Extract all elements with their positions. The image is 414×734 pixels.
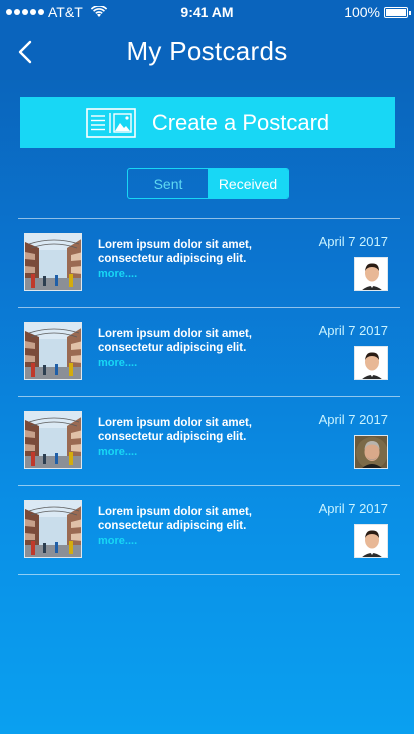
create-postcard-button[interactable]: Create a Postcard <box>20 97 395 148</box>
page-title: My Postcards <box>126 36 288 66</box>
postcard-text: Lorem ipsum dolor sit amet, consectetur … <box>98 327 298 369</box>
postcard-text: Lorem ipsum dolor sit amet, consectetur … <box>98 416 298 458</box>
sender-avatar[interactable] <box>354 435 388 469</box>
tab-received[interactable]: Received <box>208 169 288 198</box>
postcard-message: Lorem ipsum dolor sit amet, consectetur … <box>98 239 252 265</box>
create-postcard-label: Create a Postcard <box>151 109 330 135</box>
more-link[interactable]: more.... <box>98 357 298 369</box>
battery-percent: 100% <box>344 4 380 20</box>
sender-avatar[interactable] <box>354 257 388 291</box>
postcard-thumbnail[interactable] <box>24 411 82 469</box>
postcard-date: April 7 2017 <box>318 234 388 249</box>
postcard-row[interactable]: Lorem ipsum dolor sit amet, consectetur … <box>18 486 400 574</box>
nav-bar: My Postcards <box>0 24 414 80</box>
divider <box>18 574 400 575</box>
sender-avatar[interactable] <box>354 524 388 558</box>
status-right: 100% <box>344 4 411 20</box>
more-link[interactable]: more.... <box>98 268 298 280</box>
postcard-message: Lorem ipsum dolor sit amet, consectetur … <box>98 328 252 354</box>
postcard-text: Lorem ipsum dolor sit amet, consectetur … <box>98 238 298 280</box>
postcard-list: Lorem ipsum dolor sit amet, consectetur … <box>18 218 400 575</box>
postcard-row[interactable]: Lorem ipsum dolor sit amet, consectetur … <box>18 219 400 307</box>
tab-sent[interactable]: Sent <box>128 169 208 198</box>
postcard-date: April 7 2017 <box>318 412 388 427</box>
more-link[interactable]: more.... <box>98 446 298 458</box>
postcard-message: Lorem ipsum dolor sit amet, consectetur … <box>98 417 252 443</box>
sent-received-toggle: Sent Received <box>127 168 289 199</box>
postcard-date: April 7 2017 <box>318 501 388 516</box>
battery-icon <box>384 6 411 18</box>
postcard-thumbnail[interactable] <box>24 322 82 380</box>
sender-avatar[interactable] <box>354 346 388 380</box>
more-link[interactable]: more.... <box>98 535 298 547</box>
postcard-icon <box>86 107 136 138</box>
postcard-date: April 7 2017 <box>318 323 388 338</box>
postcard-thumbnail[interactable] <box>24 233 82 291</box>
postcard-row[interactable]: Lorem ipsum dolor sit amet, consectetur … <box>18 397 400 485</box>
postcard-row[interactable]: Lorem ipsum dolor sit amet, consectetur … <box>18 308 400 396</box>
postcard-text: Lorem ipsum dolor sit amet, consectetur … <box>98 505 298 547</box>
postcard-thumbnail[interactable] <box>24 500 82 558</box>
postcard-message: Lorem ipsum dolor sit amet, consectetur … <box>98 506 252 532</box>
status-bar: AT&T 9:41 AM 100% <box>0 0 414 24</box>
screen: AT&T 9:41 AM 100% My Postcards Create a … <box>0 0 414 734</box>
